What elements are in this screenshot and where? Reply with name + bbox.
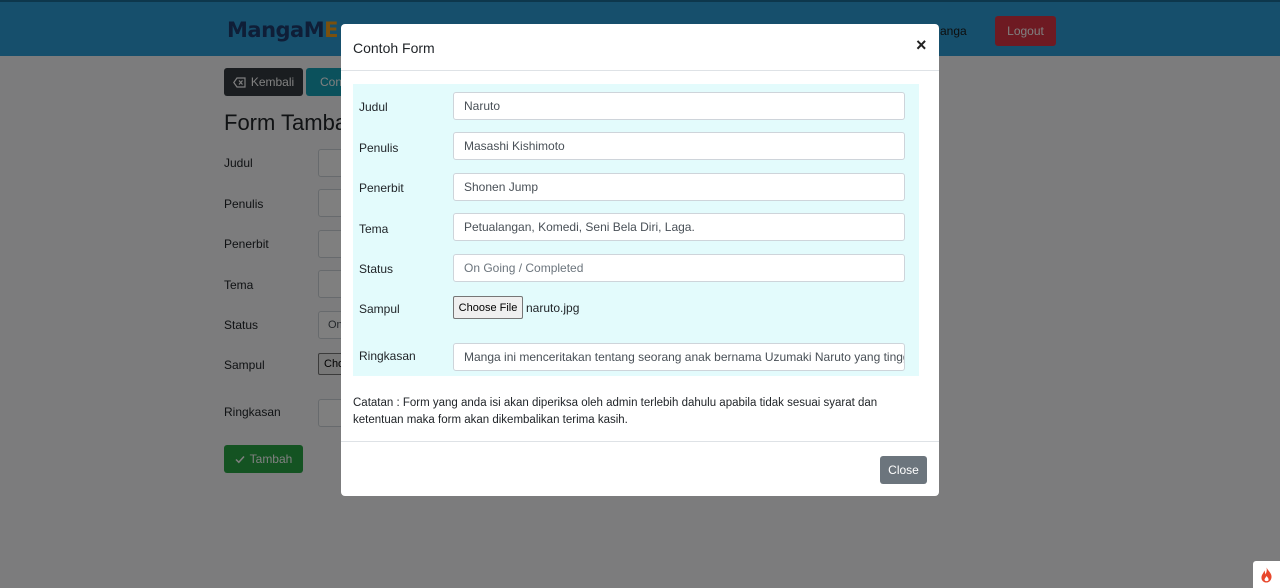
close-button[interactable]: Close [880, 456, 927, 484]
form-note: Catatan : Form yang anda isi akan diperi… [353, 397, 878, 426]
label-penulis: Penulis [359, 141, 399, 155]
input-ringkasan[interactable]: Manga ini menceritakan tentang seorang a… [453, 343, 905, 371]
choose-file-button[interactable]: Choose File [453, 296, 523, 319]
input-penulis[interactable]: Masashi Kishimoto [453, 132, 905, 160]
input-penerbit[interactable]: Shonen Jump [453, 173, 905, 201]
example-form: Judul Naruto Penulis Masashi Kishimoto P… [353, 84, 919, 376]
input-tema[interactable]: Petualangan, Komedi, Seni Bela Diri, Lag… [453, 213, 905, 241]
modal-header: Contoh Form × [341, 24, 939, 71]
label-ringkasan: Ringkasan [359, 349, 416, 363]
modal-title: Contoh Form [353, 40, 435, 56]
fab-button[interactable] [1253, 561, 1280, 588]
label-sampul: Sampul [359, 302, 400, 316]
input-status[interactable]: On Going / Completed [453, 254, 905, 282]
label-tema: Tema [359, 222, 389, 236]
flame-icon [1261, 567, 1272, 582]
modal-footer: Close [341, 441, 939, 496]
label-penerbit: Penerbit [359, 181, 404, 195]
file-name: naruto.jpg [526, 301, 580, 315]
input-judul[interactable]: Naruto [453, 92, 905, 120]
label-status: Status [359, 262, 394, 276]
close-icon[interactable]: × [916, 36, 927, 54]
label-judul: Judul [359, 100, 388, 114]
contoh-form-modal: Contoh Form × Judul Naruto Penulis Masas… [341, 24, 939, 496]
